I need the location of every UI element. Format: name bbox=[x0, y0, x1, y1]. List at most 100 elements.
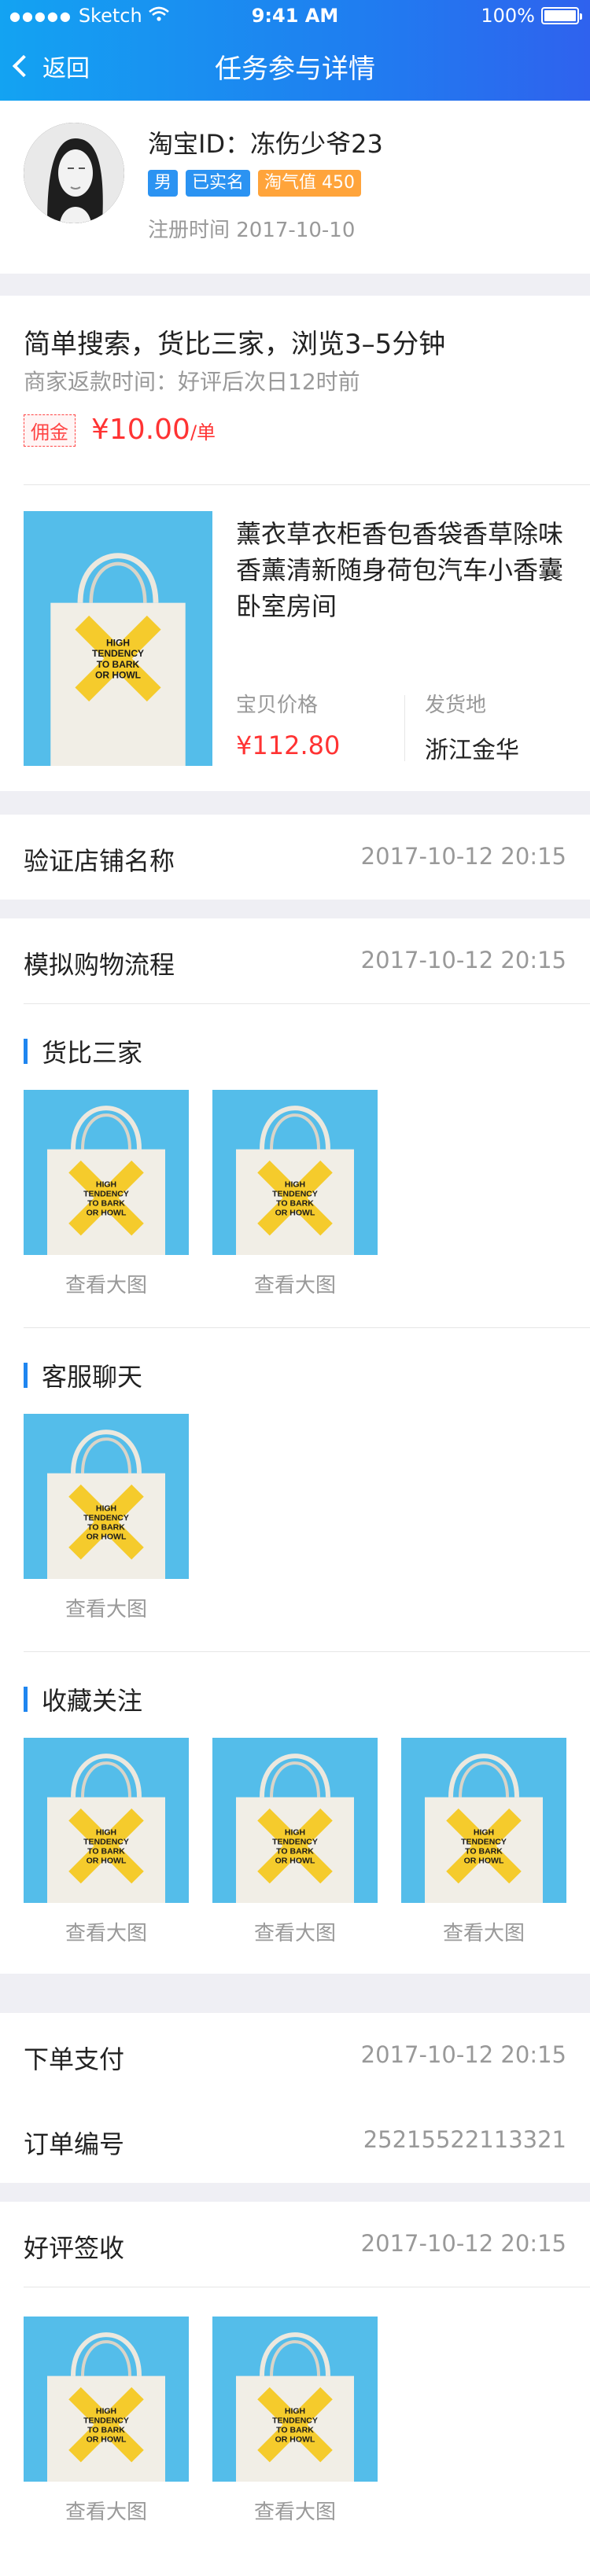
view-large-link[interactable]: 查看大图 bbox=[212, 1917, 378, 1946]
nav-bar: 返回 任务参与详情 bbox=[0, 31, 590, 101]
commission-price: ¥10.00/单 bbox=[91, 414, 216, 446]
svg-text:TO BARK: TO BARK bbox=[276, 1199, 314, 1209]
svg-text:OR HOWL: OR HOWL bbox=[275, 1857, 315, 1866]
view-large-link[interactable]: 查看大图 bbox=[212, 1269, 378, 1298]
simulate-time: 2017-10-12 20:15 bbox=[360, 947, 566, 973]
svg-text:TO BARK: TO BARK bbox=[87, 2426, 125, 2435]
gender-badge: 男 bbox=[148, 170, 179, 197]
view-large-link[interactable]: 查看大图 bbox=[24, 2496, 189, 2525]
review-thumb[interactable]: HIGH TENDENCY TO BARK OR HOWL 查看大图 bbox=[24, 2317, 189, 2525]
product-image[interactable]: HIGH TENDENCY TO BARK OR HOWL bbox=[24, 511, 212, 769]
divider bbox=[24, 1327, 590, 1328]
svg-text:OR HOWL: OR HOWL bbox=[95, 670, 141, 681]
compare-thumb[interactable]: HIGH TENDENCY TO BARK OR HOWL 查看大图 bbox=[212, 1090, 378, 1298]
favorite-thumb[interactable]: HIGH TENDENCY TO BARK OR HOWL 查看大图 bbox=[401, 1738, 566, 1946]
review-thumb[interactable]: HIGH TENDENCY TO BARK OR HOWL 查看大图 bbox=[212, 2317, 378, 2525]
ship-block: 发货地 浙江金华 bbox=[425, 689, 519, 765]
tote-bag-image: HIGHTENDENCYTO BARKOR HOWL bbox=[24, 511, 212, 769]
svg-text:HIGH: HIGH bbox=[96, 1180, 116, 1190]
verify-shop-row: 验证店铺名称 2017-10-12 20:15 bbox=[0, 815, 590, 900]
order-number-row: 订单编号 25215522113321 bbox=[0, 2098, 590, 2183]
review-row: 好评签收 2017-10-12 20:15 bbox=[0, 2202, 590, 2287]
product-title: 薰衣草衣柜香包香袋香草除味香薰清新随身荷包汽车小香囊卧室房间 bbox=[236, 519, 564, 621]
svg-text:TENDENCY: TENDENCY bbox=[83, 1514, 129, 1523]
divider bbox=[24, 1651, 590, 1652]
svg-text:TENDENCY: TENDENCY bbox=[272, 1838, 318, 1847]
svg-text:OR HOWL: OR HOWL bbox=[87, 1209, 127, 1218]
group-chat-heading: 客服聊天 bbox=[24, 1357, 142, 1393]
svg-text:HIGH: HIGH bbox=[96, 1504, 116, 1514]
group-favorite-heading: 收藏关注 bbox=[24, 1681, 142, 1717]
avatar[interactable] bbox=[24, 123, 124, 223]
price-label: 宝贝价格 bbox=[236, 694, 319, 717]
tote-bag-image: HIGHTENDENCYTO BARKOR HOWL bbox=[24, 1090, 189, 1258]
tote-bag-image: HIGHTENDENCYTO BARKOR HOWL bbox=[212, 1738, 378, 1906]
register-date: 注册时间 2017-10-10 bbox=[148, 219, 356, 242]
tote-bag-image: HIGHTENDENCYTO BARKOR HOWL bbox=[212, 2317, 378, 2485]
tote-bag-image: HIGHTENDENCYTO BARKOR HOWL bbox=[24, 1738, 189, 1906]
divider bbox=[24, 1003, 590, 1004]
verified-badge: 已实名 bbox=[186, 170, 251, 197]
tote-bag-image: HIGHTENDENCYTO BARKOR HOWL bbox=[24, 2317, 189, 2485]
user-profile: 淘宝ID：冻伤少爷23 男 已实名 淘气值 450 注册时间 2017-10-1… bbox=[0, 101, 590, 274]
favorite-thumb[interactable]: HIGH TENDENCY TO BARK OR HOWL 查看大图 bbox=[212, 1738, 378, 1946]
svg-text:HIGH: HIGH bbox=[285, 2407, 305, 2416]
order-number: 25215522113321 bbox=[363, 2126, 566, 2153]
svg-text:TENDENCY: TENDENCY bbox=[461, 1838, 507, 1847]
verify-shop-label: 验证店铺名称 bbox=[24, 846, 175, 876]
product-price: ¥112.80 bbox=[236, 730, 341, 760]
battery-icon bbox=[541, 7, 582, 24]
svg-text:HIGH: HIGH bbox=[96, 1828, 116, 1838]
order-section: 下单支付 2017-10-12 20:15 订单编号 2521552211332… bbox=[0, 2013, 590, 2183]
review-section: 好评签收 2017-10-12 20:15 HIGH TENDENCY TO BAR… bbox=[0, 2202, 590, 2576]
tote-bag-image: HIGHTENDENCYTO BARKOR HOWL bbox=[401, 1738, 566, 1906]
task-card: 简单搜索，货比三家，浏览3–5分钟 商家返款时间：好评后次日12时前 佣金 ¥1… bbox=[0, 296, 590, 791]
view-large-link[interactable]: 查看大图 bbox=[24, 1593, 189, 1622]
svg-text:TENDENCY: TENDENCY bbox=[83, 1838, 129, 1847]
svg-text:TENDENCY: TENDENCY bbox=[272, 2416, 318, 2426]
svg-text:HIGH: HIGH bbox=[106, 637, 130, 648]
refund-note: 商家返款时间：好评后次日12时前 bbox=[24, 369, 360, 395]
order-pay-row: 下单支付 2017-10-12 20:15 bbox=[0, 2013, 590, 2098]
svg-text:TENDENCY: TENDENCY bbox=[83, 2416, 129, 2426]
simulate-shopping-section: 模拟购物流程 2017-10-12 20:15 货比三家 HIGH TENDENC… bbox=[0, 918, 590, 1974]
commission-badge: 佣金 bbox=[24, 414, 76, 447]
verify-shop-time: 2017-10-12 20:15 bbox=[360, 843, 566, 870]
svg-text:TENDENCY: TENDENCY bbox=[272, 1190, 318, 1199]
svg-text:OR HOWL: OR HOWL bbox=[464, 1857, 504, 1866]
svg-text:OR HOWL: OR HOWL bbox=[275, 2435, 315, 2445]
page-title: 任务参与详情 bbox=[215, 53, 375, 85]
compare-thumb[interactable]: HIGH TENDENCY TO BARK OR HOWL 查看大图 bbox=[24, 1090, 189, 1298]
svg-text:TO BARK: TO BARK bbox=[87, 1199, 125, 1209]
group-compare-heading: 货比三家 bbox=[24, 1033, 142, 1069]
view-large-link[interactable]: 查看大图 bbox=[24, 1917, 189, 1946]
chat-thumb[interactable]: HIGH TENDENCY TO BARK OR HOWL 查看大图 bbox=[24, 1414, 189, 1622]
svg-text:TO BARK: TO BARK bbox=[276, 1847, 314, 1857]
svg-text:HIGH: HIGH bbox=[96, 2407, 116, 2416]
svg-text:HIGH: HIGH bbox=[285, 1180, 305, 1190]
order-pay-time: 2017-10-12 20:15 bbox=[360, 2041, 566, 2068]
product-price-block: 宝贝价格 ¥112.80 bbox=[236, 689, 340, 760]
svg-text:TO BARK: TO BARK bbox=[97, 659, 140, 670]
simulate-label: 模拟购物流程 bbox=[24, 950, 175, 980]
tote-bag-image: HIGHTENDENCYTO BARKOR HOWL bbox=[212, 1090, 378, 1258]
divider bbox=[404, 695, 405, 761]
view-large-link[interactable]: 查看大图 bbox=[24, 1269, 189, 1298]
svg-text:TO BARK: TO BARK bbox=[465, 1847, 503, 1857]
svg-text:TENDENCY: TENDENCY bbox=[92, 648, 144, 659]
user-tags: 男 已实名 淘气值 450 bbox=[148, 170, 362, 197]
divider bbox=[24, 484, 590, 485]
ship-from: 浙江金华 bbox=[425, 737, 519, 764]
view-large-link[interactable]: 查看大图 bbox=[401, 1917, 566, 1946]
svg-text:TO BARK: TO BARK bbox=[87, 1847, 125, 1857]
review-label: 好评签收 bbox=[24, 2233, 125, 2263]
header: ●●●●● Sketch 9:41 AM 100% 返回 任务参与详情 bbox=[0, 0, 590, 101]
favorite-thumb[interactable]: HIGH TENDENCY TO BARK OR HOWL 查看大图 bbox=[24, 1738, 189, 1946]
view-large-link[interactable]: 查看大图 bbox=[212, 2496, 378, 2525]
svg-text:TO BARK: TO BARK bbox=[276, 2426, 314, 2435]
user-name: 淘宝ID：冻伤少爷23 bbox=[148, 129, 383, 159]
svg-text:TO BARK: TO BARK bbox=[87, 1523, 125, 1533]
svg-text:TENDENCY: TENDENCY bbox=[83, 1190, 129, 1199]
svg-text:OR HOWL: OR HOWL bbox=[275, 1209, 315, 1218]
taoqi-badge: 淘气值 450 bbox=[258, 170, 362, 197]
